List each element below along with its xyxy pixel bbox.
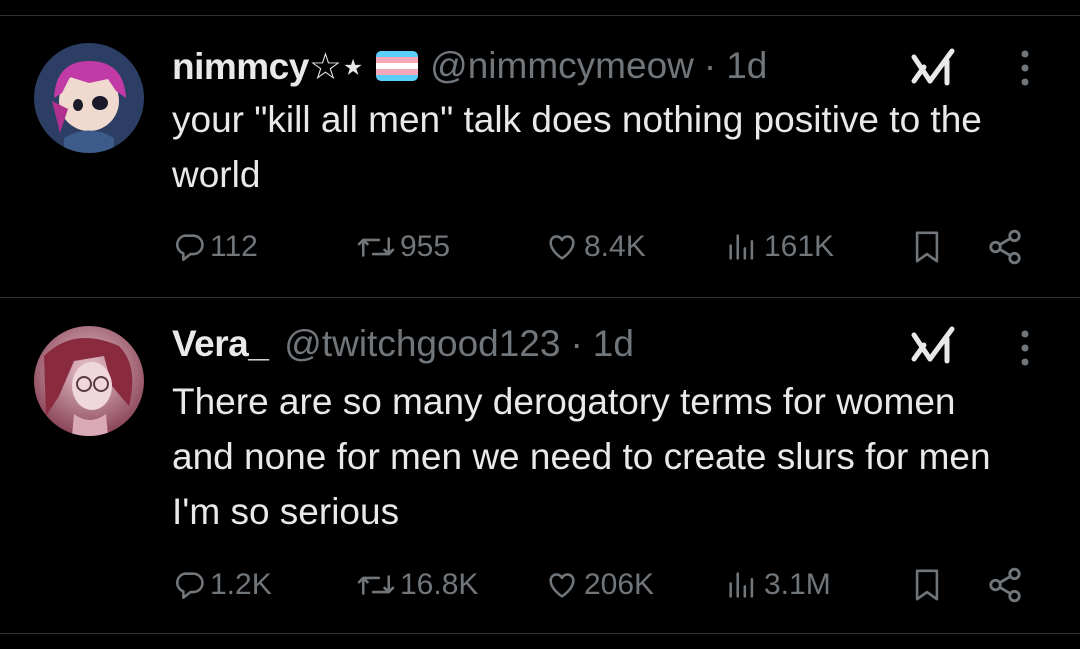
like-icon <box>549 235 575 260</box>
grok-icon[interactable] <box>910 323 956 367</box>
views-icon <box>729 234 754 260</box>
separator: · <box>570 323 583 364</box>
view-count: 3.1M <box>764 568 831 601</box>
bookmark-button[interactable] <box>910 222 944 272</box>
reply-button[interactable]: 1.2K <box>172 560 272 610</box>
timestamp[interactable]: 1d <box>593 323 634 365</box>
more-icon[interactable] <box>1010 323 1040 373</box>
trans-flag-icon <box>376 51 419 81</box>
repost-count: 16.8K <box>400 568 479 601</box>
views-button[interactable]: 3.1M <box>724 560 831 610</box>
reply-button[interactable]: 112 <box>172 222 258 272</box>
like-button[interactable]: 8.4K <box>544 222 646 272</box>
like-icon <box>549 573 575 598</box>
avatar[interactable] <box>34 43 144 153</box>
share-button[interactable] <box>986 222 1024 272</box>
tweet-text: your "kill all men" talk does nothing po… <box>172 99 982 195</box>
more-icon[interactable] <box>1010 43 1040 93</box>
like-button[interactable]: 206K <box>544 560 654 610</box>
tweet-text: There are so many derogatory terms for w… <box>172 381 991 532</box>
repost-button[interactable]: 16.8K <box>356 560 478 610</box>
share-button[interactable] <box>986 560 1024 610</box>
handle[interactable]: @nimmcymeow <box>430 45 694 87</box>
view-count: 161K <box>764 230 835 263</box>
tweet-header: Vera_ @twitchgood123 · 1d <box>172 316 634 372</box>
reply-count: 1.2K <box>210 568 272 601</box>
repost-icon <box>357 237 395 257</box>
action-bar: 1.2K 16.8K 206K 3.1M <box>172 560 1032 610</box>
display-name[interactable]: Vera_ <box>172 323 269 365</box>
share-icon <box>989 229 1021 265</box>
like-count: 8.4K <box>584 230 646 263</box>
reply-icon <box>176 234 204 262</box>
tweet-divider <box>0 297 1080 298</box>
display-name[interactable]: nimmcy☆⋆ <box>172 45 365 88</box>
views-button[interactable]: 161K <box>724 222 834 272</box>
top-divider <box>0 15 1080 16</box>
reply-icon <box>176 572 204 600</box>
avatar[interactable] <box>34 326 144 436</box>
tweet-header: nimmcy☆⋆ @nimmcymeow · 1d <box>172 38 767 94</box>
like-count: 206K <box>584 568 655 601</box>
bookmark-button[interactable] <box>910 560 944 610</box>
separator: · <box>703 45 717 86</box>
bookmark-icon <box>915 231 939 263</box>
handle[interactable]: @twitchgood123 <box>284 323 560 365</box>
repost-icon <box>357 575 395 595</box>
reply-count: 112 <box>210 230 258 263</box>
repost-button[interactable]: 955 <box>356 222 450 272</box>
repost-count: 955 <box>400 230 451 263</box>
bottom-divider <box>0 633 1080 634</box>
share-icon <box>989 567 1021 603</box>
action-bar: 112 955 8.4K 161K <box>172 222 1032 272</box>
timestamp[interactable]: 1d <box>726 45 767 87</box>
views-icon <box>729 572 754 598</box>
grok-icon[interactable] <box>910 45 956 89</box>
bookmark-icon <box>915 569 939 601</box>
